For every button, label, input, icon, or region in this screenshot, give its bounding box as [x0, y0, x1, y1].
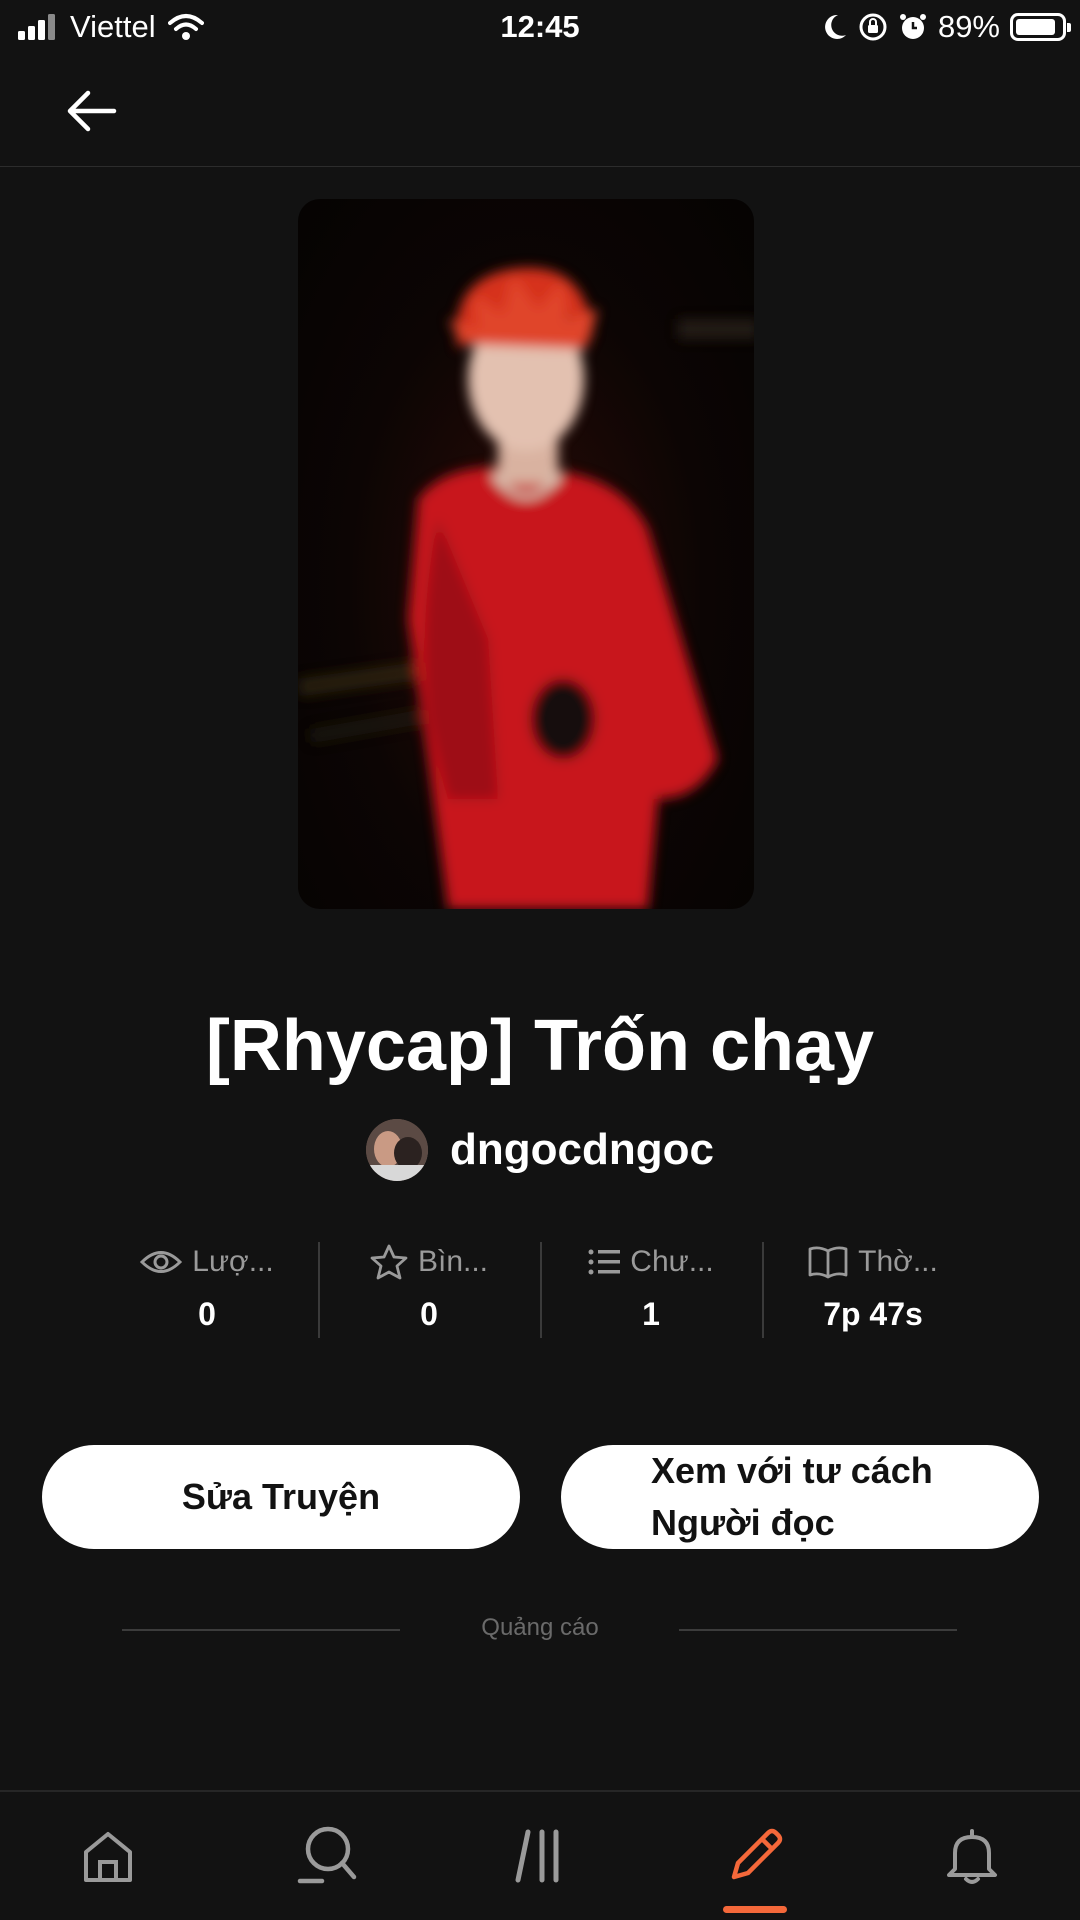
- author-row[interactable]: dngocdngoc: [0, 1119, 1080, 1181]
- moon-icon: [825, 14, 846, 39]
- edit-story-button[interactable]: Sửa Truyện: [42, 1445, 520, 1549]
- alarm-icon: [899, 14, 926, 39]
- orientation-lock-icon: [859, 13, 887, 41]
- library-icon: [515, 1829, 559, 1883]
- arrow-left-icon: [67, 90, 117, 132]
- notifications-icon: [947, 1829, 997, 1884]
- stat-label: Bìn...: [417, 1245, 489, 1278]
- tab-search[interactable]: [287, 1816, 367, 1896]
- stat-reads: Lượ... 0: [96, 1240, 318, 1340]
- stat-value: 0: [198, 1296, 216, 1332]
- eye-icon: [140, 1251, 183, 1273]
- stat-reading-time: Thờ... 7p 47s: [762, 1240, 984, 1340]
- view-as-reader-label: Xem với tư cách Người đọc: [651, 1450, 933, 1543]
- edit-story-label: Sửa Truyện: [181, 1476, 381, 1517]
- write-icon: [731, 1828, 783, 1880]
- view-as-reader-button[interactable]: Xem với tư cách Người đọc: [561, 1445, 1039, 1549]
- stat-label: Lượ...: [192, 1245, 274, 1278]
- list-icon: [588, 1249, 621, 1275]
- star-icon: [370, 1244, 408, 1280]
- home-icon: [84, 1832, 132, 1882]
- stat-chapters: Chư... 1: [540, 1240, 762, 1340]
- story-details-screen: Viettel 12:45 89% [Rhycap] Trốn chạy dng…: [0, 0, 1080, 1920]
- stat-votes: Bìn... 0: [318, 1240, 540, 1340]
- stat-label: Thờ...: [858, 1245, 938, 1278]
- ad-label: Quảng cáo: [481, 1614, 599, 1641]
- bottom-tab-bar: [0, 1790, 1080, 1920]
- search-icon: [297, 1826, 357, 1884]
- tab-notifications[interactable]: [932, 1816, 1012, 1896]
- stat-value: 1: [642, 1296, 660, 1332]
- back-button[interactable]: [62, 81, 122, 141]
- tab-write[interactable]: [715, 1816, 795, 1896]
- stat-value: 0: [420, 1296, 438, 1332]
- active-tab-indicator: [723, 1906, 787, 1913]
- divider-line: [679, 1629, 957, 1631]
- story-title: [Rhycap] Trốn chạy: [205, 1006, 875, 1086]
- tab-library[interactable]: [500, 1816, 580, 1896]
- author-avatar[interactable]: [366, 1119, 429, 1181]
- stat-value: 7p 47s: [823, 1296, 923, 1332]
- status-bar: Viettel 12:45 89%: [0, 0, 1080, 56]
- tab-home[interactable]: [68, 1816, 148, 1896]
- book-icon: [808, 1246, 848, 1279]
- ad-divider: Quảng cáo: [0, 1610, 1080, 1650]
- story-cover-image: [298, 199, 754, 909]
- story-stats: Lượ... 0 Bìn... 0 Chư... 1 Thờ... 7p 47s: [96, 1240, 984, 1340]
- battery-icon: [1010, 13, 1071, 41]
- author-name[interactable]: dngocdngoc: [450, 1125, 714, 1175]
- stat-label: Chư...: [630, 1245, 714, 1278]
- top-nav: [0, 56, 1080, 167]
- battery-percent: 89%: [937, 9, 1000, 44]
